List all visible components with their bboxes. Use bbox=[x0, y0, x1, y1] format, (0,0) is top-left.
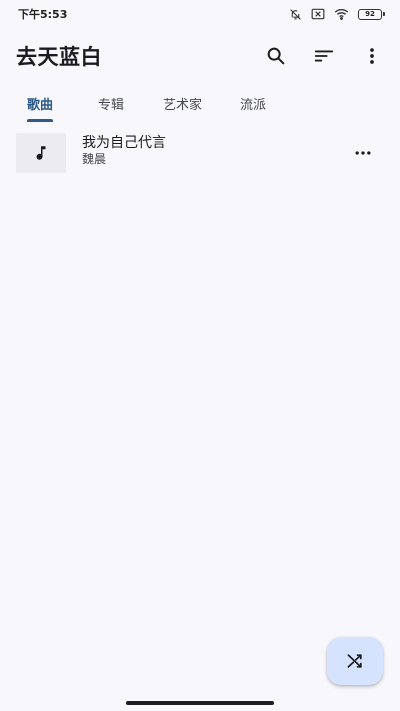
sim-disabled-icon bbox=[311, 8, 325, 20]
song-title: 我为自己代言 bbox=[82, 135, 166, 151]
battery-icon: 92 bbox=[358, 8, 385, 20]
song-more-button[interactable] bbox=[343, 133, 383, 173]
status-bar: 下午5:53 92 bbox=[0, 0, 400, 28]
album-art bbox=[16, 133, 66, 173]
song-text: 我为自己代言 魏晨 bbox=[82, 134, 166, 167]
music-library-screen: 下午5:53 92 去天蓝白 歌曲 专辑 艺术家 流派 我为自己代言 魏晨 bbox=[0, 0, 400, 711]
search-icon bbox=[267, 47, 285, 65]
sort-icon bbox=[314, 50, 334, 62]
song-artist: 魏晨 bbox=[82, 152, 107, 166]
tab-songs-label: 歌曲 bbox=[27, 98, 54, 113]
tab-albums-label: 专辑 bbox=[98, 98, 125, 113]
page-title: 去天蓝白 bbox=[16, 45, 102, 69]
sort-button[interactable] bbox=[300, 32, 348, 80]
status-time: 下午5:53 bbox=[18, 8, 68, 21]
app-bar: 去天蓝白 bbox=[0, 32, 400, 80]
tab-songs[interactable]: 歌曲 bbox=[27, 88, 53, 124]
tab-genres-label: 流派 bbox=[240, 98, 267, 113]
home-indicator[interactable] bbox=[126, 701, 274, 705]
tab-artists[interactable]: 艺术家 bbox=[163, 88, 202, 124]
shuffle-icon bbox=[347, 654, 362, 668]
status-icons: 92 bbox=[289, 8, 385, 21]
song-list-item[interactable]: 我为自己代言 魏晨 bbox=[0, 130, 400, 176]
tab-artists-label: 艺术家 bbox=[163, 98, 203, 113]
more-horiz-icon bbox=[355, 151, 371, 155]
tab-active-indicator bbox=[27, 119, 53, 122]
tab-albums[interactable]: 专辑 bbox=[98, 88, 124, 124]
more-options-button[interactable] bbox=[348, 32, 396, 80]
shuffle-button[interactable] bbox=[327, 637, 383, 685]
music-note-icon bbox=[36, 146, 46, 160]
wifi-icon bbox=[334, 8, 349, 20]
search-button[interactable] bbox=[252, 32, 300, 80]
tab-bar: 歌曲 专辑 艺术家 流派 bbox=[0, 88, 400, 124]
more-vert-icon bbox=[370, 48, 374, 64]
tab-genres[interactable]: 流派 bbox=[240, 88, 266, 124]
bell-off-icon bbox=[289, 8, 302, 21]
app-bar-actions bbox=[252, 32, 396, 80]
battery-level: 92 bbox=[365, 10, 375, 18]
